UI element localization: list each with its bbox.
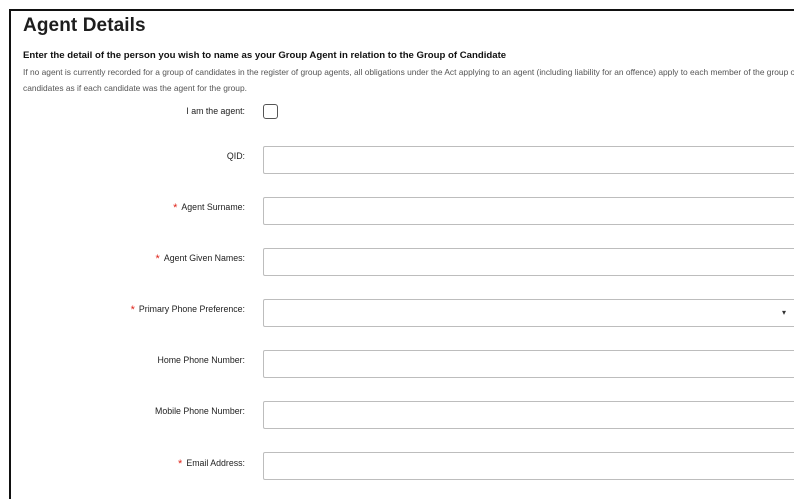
agent-given-names-label: * Agent Given Names: — [155, 252, 245, 265]
home-phone-field[interactable] — [263, 350, 794, 378]
qid-label: QID: — [226, 151, 245, 161]
email-address-label-text: Email Address: — [186, 458, 245, 468]
agent-note: If no agent is currently recorded for a … — [23, 67, 794, 93]
i-am-agent-label: I am the agent: — [186, 106, 245, 116]
agent-surname-label-text: Agent Surname: — [181, 202, 245, 212]
primary-phone-preference-select[interactable]: ▾ — [263, 299, 794, 327]
required-marker: * — [178, 458, 183, 470]
section-subtitle: Enter the detail of the person you wish … — [23, 50, 507, 61]
agent-surname-field[interactable] — [263, 197, 794, 225]
primary-phone-preference-label-text: Primary Phone Preference: — [138, 304, 245, 314]
primary-phone-preference-label: * Primary Phone Preference: — [130, 303, 245, 316]
page-title: Agent Details — [23, 15, 146, 36]
chevron-down-icon: ▾ — [781, 308, 786, 317]
required-marker: * — [130, 304, 135, 316]
email-address-label: * Email Address: — [178, 457, 245, 470]
qid-field[interactable] — [263, 146, 794, 174]
agent-given-names-label-text: Agent Given Names: — [163, 253, 245, 263]
mobile-phone-field[interactable] — [263, 401, 794, 429]
required-marker: * — [173, 202, 178, 214]
i-am-agent-checkbox[interactable] — [263, 104, 278, 119]
agent-surname-label: * Agent Surname: — [173, 201, 245, 214]
email-address-field[interactable] — [263, 452, 794, 480]
mobile-phone-label: Mobile Phone Number: — [155, 406, 245, 416]
home-phone-label: Home Phone Number: — [157, 355, 245, 365]
required-marker: * — [155, 253, 160, 265]
agent-given-names-field[interactable] — [263, 248, 794, 276]
